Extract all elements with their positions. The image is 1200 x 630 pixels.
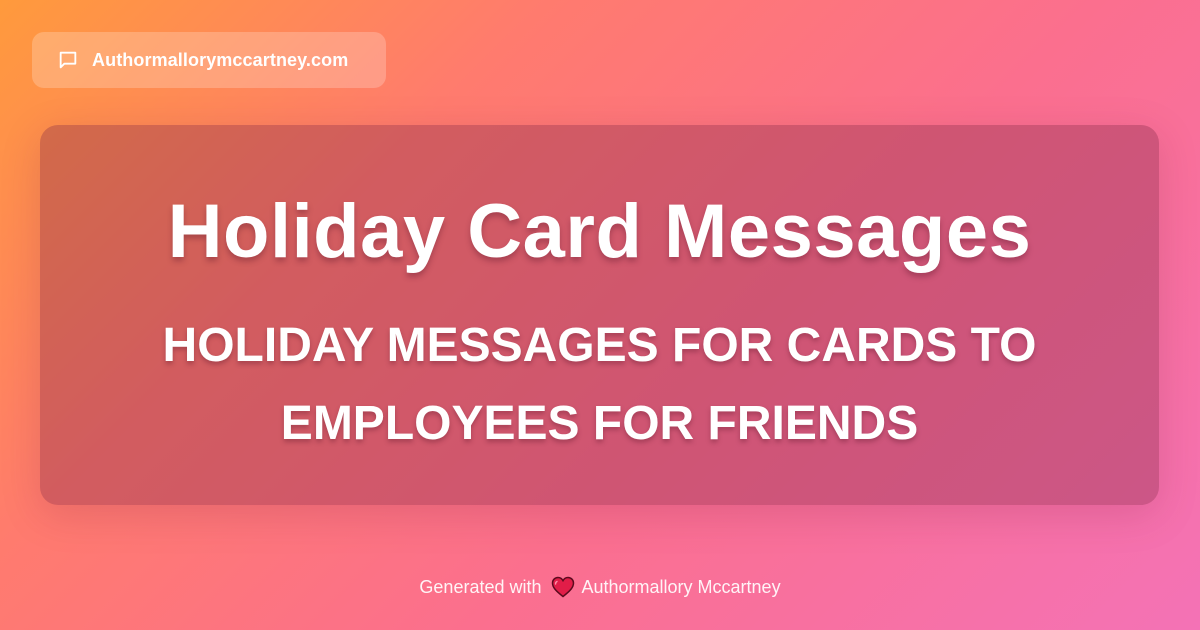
site-name: Authormallorymccartney.com (92, 49, 349, 70)
heart-icon (550, 575, 576, 599)
footer: Generated with Authormallory Mccartney (0, 574, 1200, 600)
title-card: Holiday Card Messages HOLIDAY MESSAGES F… (40, 125, 1159, 505)
page-subtitle: HOLIDAY MESSAGES FOR CARDS TO EMPLOYEES … (162, 319, 1037, 450)
chat-bubble-icon (56, 48, 80, 72)
site-badge[interactable]: Authormallorymccartney.com (32, 32, 386, 88)
page-title: Holiday Card Messages (167, 189, 1032, 274)
footer-prefix: Generated with (419, 576, 542, 597)
footer-author: Authormallory Mccartney (581, 576, 781, 597)
